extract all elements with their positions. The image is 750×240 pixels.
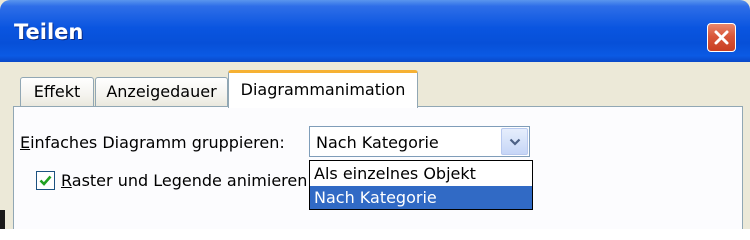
animate-label-text: aster und Legende animieren xyxy=(71,171,308,190)
group-select[interactable]: Nach Kategorie xyxy=(309,126,530,157)
checkmark-icon xyxy=(39,175,52,186)
animate-checkbox-label[interactable]: Raster und Legende animieren xyxy=(61,171,307,190)
dropdown-option-als-einzelnes-objekt[interactable]: Als einzelnes Objekt xyxy=(310,162,532,185)
animate-label-mnemonic: R xyxy=(61,171,72,190)
close-button[interactable] xyxy=(707,23,736,52)
group-label-text: infaches Diagramm gruppieren: xyxy=(30,133,285,152)
group-label: Einfaches Diagramm gruppieren: xyxy=(20,133,285,152)
tab-effekt[interactable]: Effekt xyxy=(20,77,94,107)
dropdown-option-nach-kategorie[interactable]: Nach Kategorie xyxy=(310,186,532,209)
animate-checkbox[interactable] xyxy=(36,171,55,190)
group-label-mnemonic: E xyxy=(20,133,31,152)
dropdown-list: Als einzelnes Objekt Nach Kategorie xyxy=(309,160,533,210)
title-bar[interactable]: Teilen xyxy=(0,0,750,62)
close-icon xyxy=(714,30,729,45)
dialog-window: Teilen Effekt Anzeigedauer Diagrammanima… xyxy=(0,0,750,229)
chevron-down-icon xyxy=(509,138,521,146)
dropdown-button[interactable] xyxy=(501,128,528,155)
group-select-value: Nach Kategorie xyxy=(316,133,439,152)
tab-diagrammanimation[interactable]: Diagrammanimation xyxy=(228,70,418,108)
background-edge xyxy=(0,210,5,229)
window-title: Teilen xyxy=(14,20,84,44)
tab-anzeigedauer[interactable]: Anzeigedauer xyxy=(95,77,228,107)
